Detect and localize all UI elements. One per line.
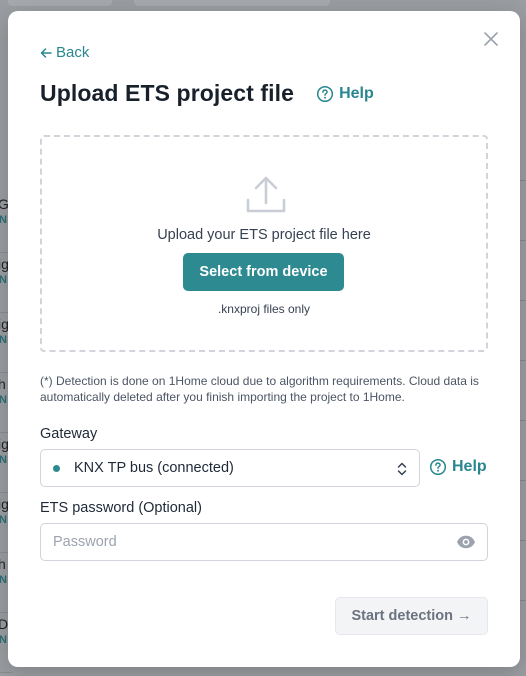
close-button[interactable] bbox=[481, 29, 501, 49]
help-link[interactable]: Help bbox=[316, 85, 374, 103]
connection-status-dot bbox=[53, 464, 60, 472]
close-icon bbox=[484, 32, 498, 46]
background-item-sub: N bbox=[0, 214, 7, 226]
background-divider bbox=[520, 300, 526, 301]
back-label: Back bbox=[56, 44, 90, 61]
file-dropzone[interactable]: Upload your ETS project file here Select… bbox=[40, 135, 488, 352]
background-item-sub: N bbox=[0, 514, 7, 526]
cloud-disclaimer: (*) Detection is done on 1Home cloud due… bbox=[40, 374, 479, 404]
background-item-sub: N bbox=[0, 454, 7, 466]
dropzone-instructions: Upload your ETS project file here bbox=[157, 227, 371, 243]
file-type-note: .knxproj files only bbox=[217, 302, 311, 316]
background-divider bbox=[520, 480, 526, 481]
background-tab bbox=[8, 0, 112, 6]
gateway-help-label: Help bbox=[452, 458, 487, 475]
background-divider bbox=[520, 180, 526, 181]
upload-ets-dialog: Back Upload ETS project file Help Upload… bbox=[8, 11, 520, 667]
page-title: Upload ETS project file bbox=[40, 80, 295, 106]
background-divider bbox=[520, 360, 526, 361]
upload-icon bbox=[246, 176, 286, 213]
title-row: Upload ETS project file Help bbox=[40, 80, 374, 107]
password-label: ETS password (Optional) bbox=[40, 500, 202, 516]
arrow-left-icon bbox=[40, 47, 52, 58]
background-divider bbox=[520, 600, 526, 601]
help-circle-icon bbox=[429, 458, 447, 476]
password-input[interactable] bbox=[40, 523, 488, 561]
background-tab bbox=[134, 0, 330, 6]
help-circle-icon bbox=[317, 85, 334, 102]
gateway-label: Gateway bbox=[40, 426, 98, 442]
background-divider bbox=[520, 420, 526, 421]
background-item-sub: N bbox=[0, 274, 7, 286]
start-detection-button[interactable]: Start detection → bbox=[335, 597, 488, 635]
toggle-password-visibility-button[interactable] bbox=[456, 532, 476, 552]
background-item-sub: N bbox=[0, 394, 7, 406]
background-divider bbox=[520, 240, 526, 241]
help-label: Help bbox=[339, 84, 374, 102]
background-item-title: h bbox=[0, 376, 6, 392]
back-link[interactable]: Back bbox=[40, 44, 89, 61]
eye-icon bbox=[457, 535, 475, 549]
chevron-up-down-icon bbox=[397, 462, 407, 476]
gateway-help-link[interactable]: Help bbox=[429, 458, 487, 476]
background-divider bbox=[520, 540, 526, 541]
gateway-select[interactable]: KNX TP bus (connected) bbox=[40, 449, 420, 487]
background-item-title: h bbox=[0, 556, 6, 572]
background-item-sub: N bbox=[0, 574, 7, 586]
select-from-device-button[interactable]: Select from device bbox=[183, 253, 344, 291]
background-item-sub: N bbox=[0, 334, 7, 346]
gateway-value: KNX TP bus (connected) bbox=[74, 460, 234, 476]
background-item-sub: N bbox=[0, 634, 7, 646]
